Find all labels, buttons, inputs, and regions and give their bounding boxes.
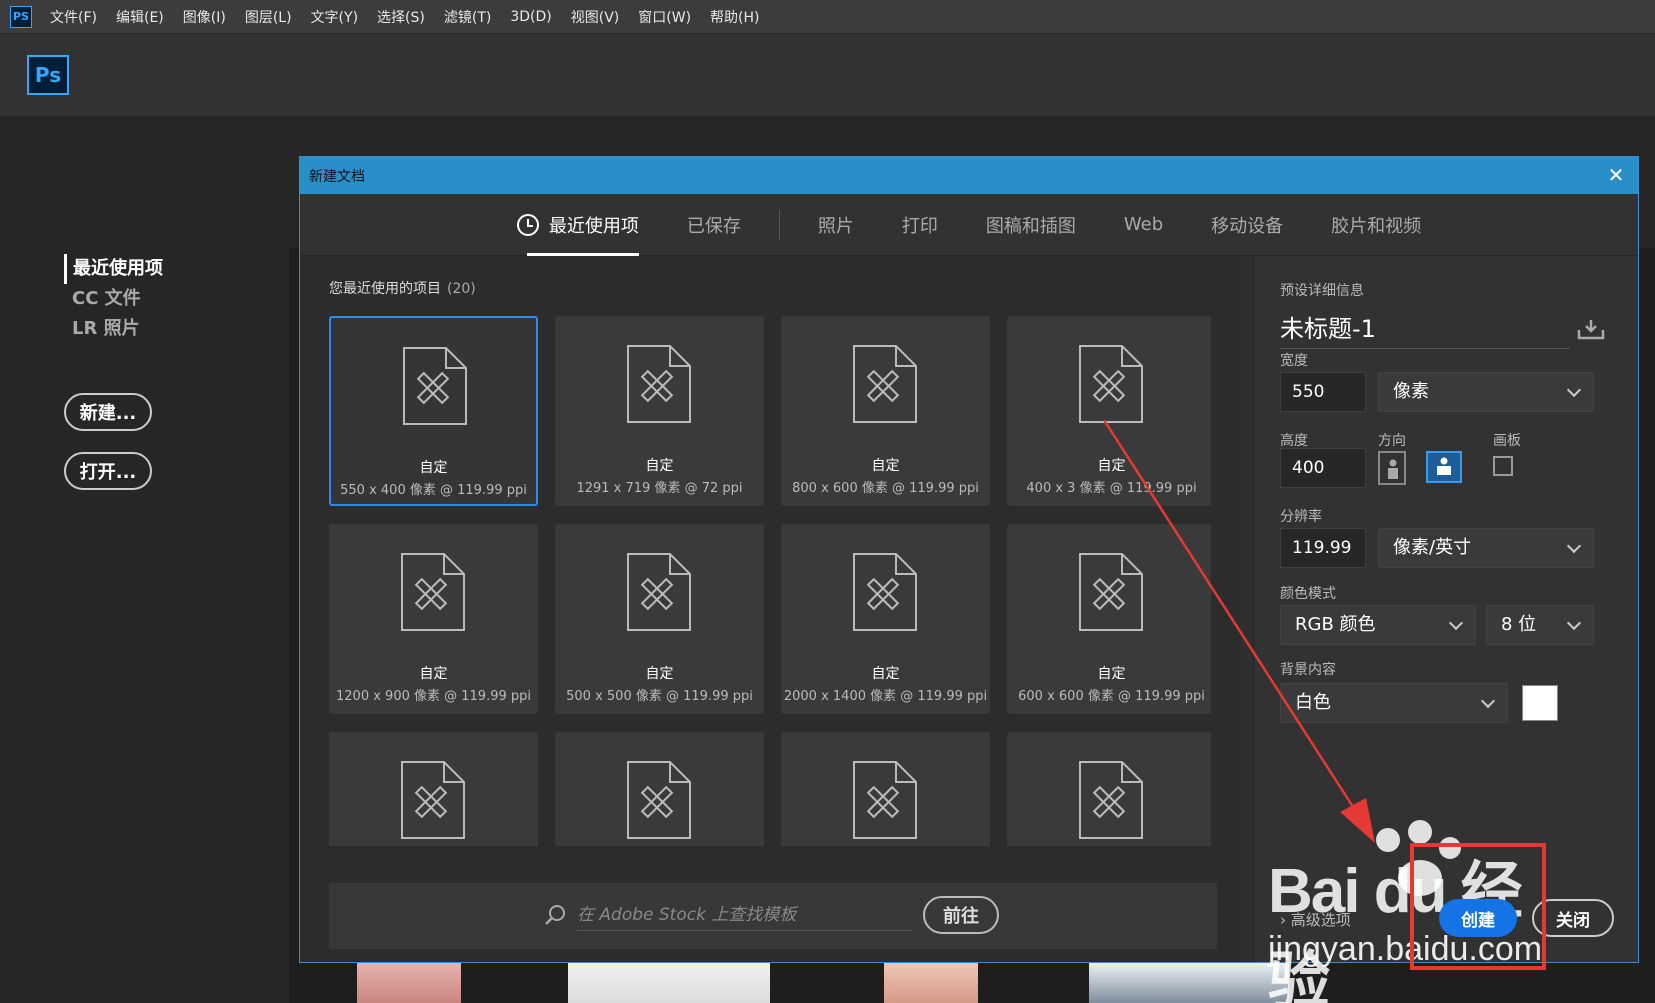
annotation-arrow — [1102, 419, 1375, 843]
annotation-highlight-box — [1410, 843, 1546, 970]
